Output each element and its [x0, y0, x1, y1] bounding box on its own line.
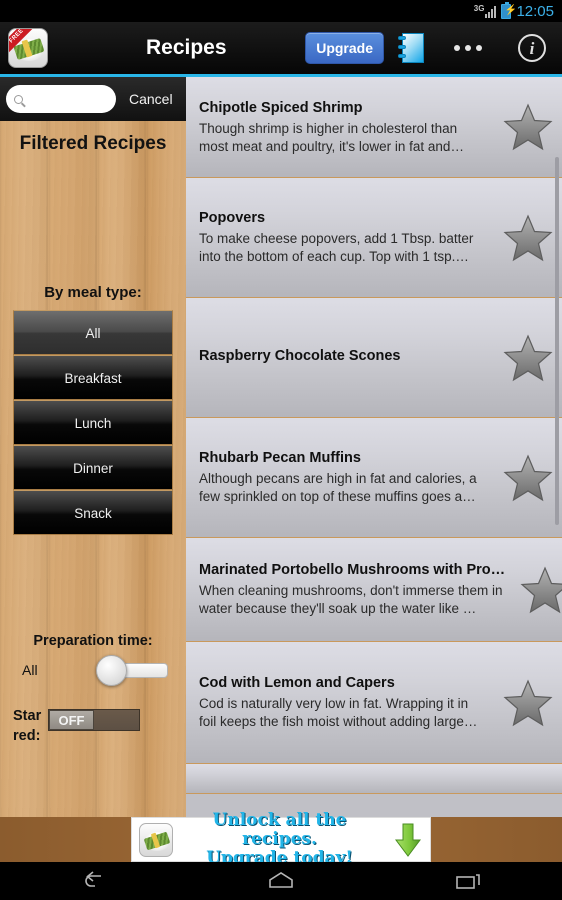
signal-bars-icon: 3G	[473, 3, 497, 18]
star-icon[interactable]	[503, 453, 553, 502]
recipe-title: Chipotle Spiced Shrimp	[199, 99, 363, 116]
ad-zone: Unlock all the recipes. Upgrade today!	[0, 811, 562, 868]
recent-apps-button[interactable]	[375, 871, 562, 891]
starred-toggle-thumb[interactable]: OFF	[49, 710, 94, 730]
table-row[interactable]	[186, 764, 562, 794]
search-bar: Cancel	[0, 77, 186, 121]
back-button[interactable]	[0, 871, 187, 891]
page-title: Recipes	[146, 36, 227, 59]
table-row[interactable]: Rhubarb Pecan Muffins Although pecans ar…	[186, 418, 562, 538]
meal-filter-lunch[interactable]: Lunch	[13, 400, 173, 445]
starred-toggle[interactable]: OFF	[48, 709, 140, 731]
list-scrollbar[interactable]	[555, 157, 559, 525]
back-icon	[84, 871, 101, 887]
recent-apps-icon	[456, 874, 481, 889]
table-row[interactable]: Chipotle Spiced Shrimp Though shrimp is …	[186, 77, 562, 178]
recipe-title: Cod with Lemon and Capers	[199, 675, 395, 691]
recipe-title: Rhubarb Pecan Muffins	[199, 450, 361, 466]
recipe-description: Although pecans are high in fat and calo…	[199, 471, 477, 504]
meal-filter-all[interactable]: All	[13, 310, 173, 355]
network-type-label: 3G	[473, 3, 485, 13]
ad-text: Unlock all the recipes. Upgrade today!	[173, 811, 386, 868]
info-icon[interactable]: i	[518, 34, 546, 62]
app-logo-icon[interactable]: FREE	[8, 28, 48, 68]
meal-type-button-group: All Breakfast Lunch Dinner Snack	[13, 310, 173, 535]
upgrade-button[interactable]: Upgrade	[305, 32, 384, 64]
app-logo-icon	[139, 822, 173, 857]
notepad-icon[interactable]	[398, 33, 424, 63]
recipe-title: Popovers	[199, 210, 266, 226]
prep-time-value: All	[22, 662, 38, 678]
home-icon	[269, 872, 293, 888]
status-clock: 12:05	[516, 2, 554, 20]
ad-line-1: Unlock all the recipes.	[212, 810, 347, 849]
recipe-title: Marinated Portobello Mushrooms with Pro…	[199, 562, 506, 578]
table-row[interactable]: Marinated Portobello Mushrooms with Pro……	[186, 538, 562, 642]
star-icon[interactable]	[503, 678, 553, 727]
status-bar: 3G ⚡ 12:05	[0, 0, 562, 22]
starred-label-line2: red:	[13, 728, 41, 744]
meal-filter-dinner[interactable]: Dinner	[13, 445, 173, 490]
search-icon	[14, 94, 23, 104]
filter-sidebar: Cancel Filtered Recipes By meal type: Al…	[0, 77, 186, 823]
prep-time-label: Preparation time:	[33, 633, 153, 649]
meal-filter-breakfast[interactable]: Breakfast	[13, 355, 173, 400]
starred-label-line1: Star	[13, 708, 42, 724]
search-input-field[interactable]	[28, 92, 108, 106]
recipe-title: Raspberry Chocolate Scones	[199, 348, 401, 364]
battery-charging-icon: ⚡	[501, 1, 517, 19]
recipe-description: When cleaning mushrooms, don't immerse t…	[199, 583, 503, 616]
home-button[interactable]	[187, 871, 374, 891]
search-input[interactable]	[6, 85, 116, 113]
meal-filter-snack[interactable]: Snack	[13, 490, 173, 535]
table-row[interactable]: Raspberry Chocolate Scones	[186, 298, 562, 418]
device-screen: 3G ⚡ 12:05 FREE Recipes Upgrade i Cancel…	[0, 0, 562, 900]
prep-time-slider[interactable]	[96, 655, 168, 686]
table-row[interactable]: Cod with Lemon and Capers Cod is natural…	[186, 642, 562, 764]
recipe-description: Though shrimp is higher in cholesterol t…	[199, 120, 464, 154]
download-arrow-icon	[395, 823, 421, 857]
recipe-list[interactable]: Chipotle Spiced Shrimp Though shrimp is …	[186, 77, 562, 817]
slider-thumb[interactable]	[96, 655, 127, 686]
recipe-description: To make cheese popovers, add 1 Tbsp. bat…	[199, 231, 474, 264]
table-row[interactable]: Popovers To make cheese popovers, add 1 …	[186, 178, 562, 298]
meal-type-label: By meal type:	[44, 284, 142, 301]
sidebar-heading: Filtered Recipes	[19, 133, 167, 154]
star-icon[interactable]	[503, 333, 553, 382]
star-icon[interactable]	[503, 213, 553, 262]
android-nav-bar	[0, 862, 562, 900]
overflow-menu-icon[interactable]	[454, 45, 482, 51]
star-icon[interactable]	[503, 103, 553, 151]
action-bar: FREE Recipes Upgrade i	[0, 22, 562, 74]
star-icon[interactable]	[520, 565, 562, 614]
upgrade-ad-banner[interactable]: Unlock all the recipes. Upgrade today!	[131, 811, 431, 868]
cancel-button[interactable]: Cancel	[129, 91, 173, 107]
recipe-description: Cod is naturally very low in fat. Wrappi…	[199, 696, 478, 729]
